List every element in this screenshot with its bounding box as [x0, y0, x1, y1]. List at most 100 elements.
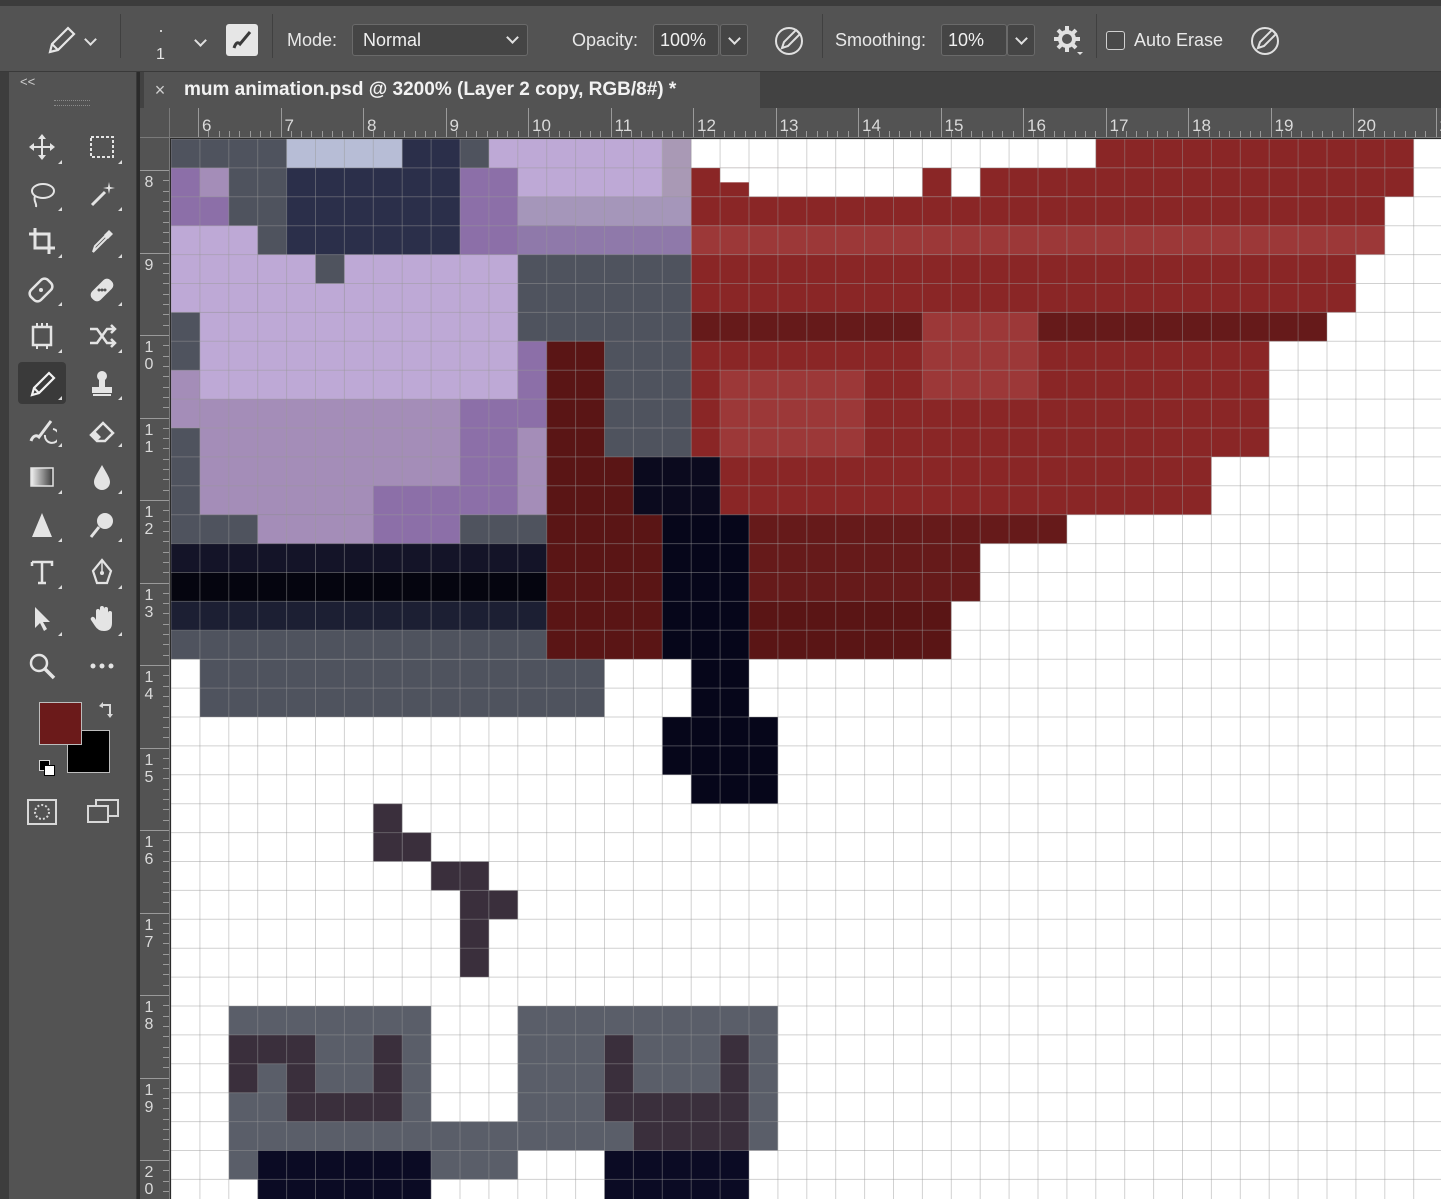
ruler-minor-tick — [163, 984, 169, 986]
divider — [272, 14, 273, 58]
opacity-dropdown[interactable] — [720, 24, 748, 56]
ruler-minor-tick — [352, 131, 354, 137]
content-aware-tool[interactable] — [18, 315, 66, 357]
vertical-ruler[interactable]: 8 9 10 11 12 13 14 15 16 17 18 19 20 — [140, 138, 170, 1199]
ruler-minor-tick — [163, 1180, 169, 1182]
ruler-minor-tick — [847, 131, 849, 137]
smoothing-input[interactable]: 10% — [941, 24, 1007, 56]
pressure-opacity-button[interactable] — [772, 24, 806, 58]
ruler-minor-tick — [1064, 131, 1066, 137]
shuffle-tool[interactable] — [78, 315, 126, 357]
ruler-minor-tick — [163, 613, 169, 615]
ruler-minor-tick — [163, 799, 169, 801]
ruler-minor-tick — [163, 231, 169, 233]
ruler-minor-tick — [837, 131, 839, 137]
ruler-minor-tick — [163, 623, 169, 625]
magic-wand-tool[interactable] — [78, 173, 126, 215]
ruler-minor-tick — [1291, 131, 1293, 137]
ruler-minor-tick — [163, 1056, 169, 1058]
smoothing-dropdown[interactable] — [1007, 24, 1035, 56]
document-tab[interactable]: × mum animation.psd @ 3200% (Layer 2 cop… — [144, 72, 760, 108]
ruler-label: 9 — [449, 116, 459, 135]
cape-region — [1095, 139, 1414, 168]
ruler-major-tick — [140, 582, 169, 584]
eraser-tool[interactable] — [78, 409, 126, 451]
swap-colors-icon[interactable] — [96, 700, 116, 725]
eyedropper-tool[interactable] — [78, 220, 126, 262]
ruler-minor-tick — [163, 943, 169, 945]
ruler-label: 10 — [144, 339, 154, 373]
ruler-minor-tick — [600, 131, 602, 137]
hand-tool[interactable] — [78, 598, 126, 640]
smoothing-options-button[interactable] — [1052, 24, 1084, 56]
magic-wand-icon — [90, 182, 115, 207]
marquee-tool[interactable] — [78, 126, 126, 168]
healing-brush-tool[interactable] — [78, 268, 126, 310]
ruler-label: 7 — [284, 116, 294, 135]
ruler-origin[interactable] — [140, 108, 170, 138]
pen-tool[interactable] — [78, 551, 126, 593]
document-title: mum animation.psd @ 3200% (Layer 2 copy,… — [184, 79, 677, 100]
ruler-minor-tick — [163, 1087, 169, 1089]
zoom-tool[interactable] — [18, 645, 66, 687]
auto-erase-checkbox[interactable]: Auto Erase — [1106, 30, 1223, 51]
ruler-minor-tick — [1342, 131, 1344, 137]
more-tools[interactable] — [78, 645, 126, 687]
collapse-panel-button[interactable]: << — [20, 74, 35, 89]
pencil-icon — [30, 371, 56, 397]
ruler-minor-tick — [163, 881, 169, 883]
mode-value: Normal — [363, 29, 422, 50]
ruler-minor-tick — [163, 644, 169, 646]
canvas[interactable] — [171, 139, 1441, 1199]
clone-stamp-tool[interactable] — [78, 362, 126, 404]
ruler-minor-tick — [497, 131, 499, 137]
ruler-minor-tick — [163, 283, 169, 285]
eyedropper-icon — [92, 230, 113, 254]
pencil-preset-icon — [48, 26, 76, 54]
pressure-size-button[interactable] — [1248, 24, 1282, 58]
pencil-tool[interactable] — [18, 362, 66, 404]
crop-icon — [29, 228, 55, 255]
mode-select[interactable]: Normal — [352, 24, 528, 56]
ruler-minor-tick — [806, 131, 808, 137]
spot-healing-tool[interactable] — [18, 268, 66, 310]
gradient-tool[interactable] — [18, 456, 66, 498]
ruler-major-tick — [775, 108, 777, 137]
belt-region — [171, 543, 547, 573]
horizontal-ruler[interactable]: 678910111213141516171819202 — [170, 108, 1441, 138]
sharpen-tool[interactable] — [18, 504, 66, 546]
close-tab-button[interactable]: × — [144, 80, 176, 101]
screen-mode-button[interactable] — [86, 798, 122, 826]
ruler-major-tick — [280, 108, 282, 137]
tool-preset-picker[interactable] — [44, 24, 97, 58]
opacity-input[interactable]: 100% — [653, 24, 719, 56]
blur-tool[interactable] — [78, 456, 126, 498]
dodge-tool[interactable] — [78, 504, 126, 546]
ruler-minor-tick — [785, 131, 787, 137]
panel-grip[interactable] — [54, 100, 90, 106]
brush-settings-button[interactable] — [226, 24, 258, 56]
ruler-minor-tick — [163, 396, 169, 398]
ruler-minor-tick — [163, 1139, 169, 1141]
brush-size-picker[interactable]: 1 — [146, 22, 207, 63]
quick-mask-button[interactable] — [26, 798, 58, 826]
ruler-minor-tick — [1218, 131, 1220, 137]
cape-gap — [720, 167, 749, 183]
ruler-minor-tick — [163, 1015, 169, 1017]
foreground-color-swatch[interactable] — [39, 702, 82, 745]
type-tool[interactable] — [18, 551, 66, 593]
crop-tool[interactable] — [18, 220, 66, 262]
ruler-minor-tick — [163, 427, 169, 429]
ruler-minor-tick — [163, 1129, 169, 1131]
ruler-minor-tick — [321, 131, 323, 137]
ruler-minor-tick — [1043, 131, 1045, 137]
lasso-tool[interactable] — [18, 173, 66, 215]
ruler-minor-tick — [163, 603, 169, 605]
move-tool[interactable] — [18, 126, 66, 168]
history-brush-tool[interactable] — [18, 409, 66, 451]
ruler-minor-tick — [981, 131, 983, 137]
tool-group-indicator — [118, 160, 122, 164]
ruler-minor-tick — [163, 757, 169, 759]
ruler-minor-tick — [163, 974, 169, 976]
path-selection-tool[interactable] — [18, 598, 66, 640]
